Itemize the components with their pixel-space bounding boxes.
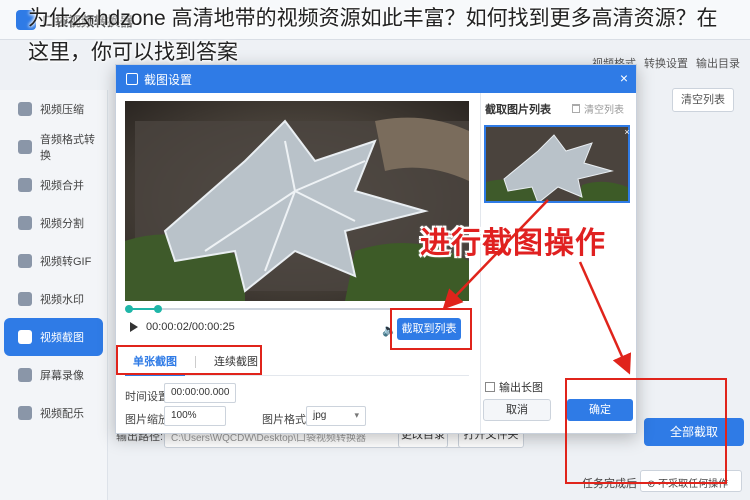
- overlay-caption: 为什么 hdzone 高清地带的视频资源如此丰富？如何找到更多高清资源？在这里，…: [28, 7, 718, 64]
- arrow-to-grab-button: [442, 199, 549, 310]
- annotation-arrows: [442, 199, 632, 375]
- arrow-to-ok-button: [578, 261, 632, 375]
